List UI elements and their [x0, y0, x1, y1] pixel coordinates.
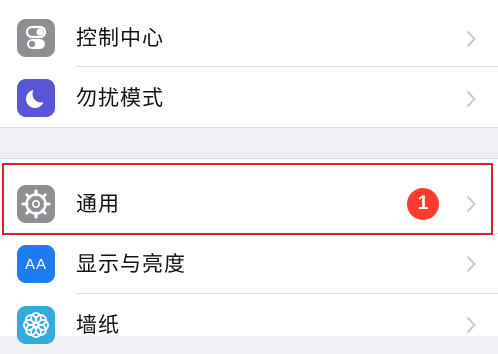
chevron-right-icon — [466, 90, 476, 108]
chevron-right-icon — [466, 255, 476, 273]
moon-icon — [17, 79, 55, 117]
display-brightness-label: 显示与亮度 — [76, 252, 186, 276]
control-center-label: 控制中心 — [76, 26, 164, 50]
settings-row-control-center[interactable]: 控制中心 — [0, 7, 498, 67]
chevron-right-icon — [466, 195, 476, 213]
chevron-right-icon — [466, 30, 476, 48]
settings-row-general[interactable]: 通用 1 — [0, 174, 498, 234]
display-icon-text: AA — [24, 255, 47, 273]
general-label: 通用 — [76, 192, 120, 216]
display-brightness-icon: AA — [17, 245, 55, 283]
settings-row-wallpaper[interactable]: 墙纸 — [0, 294, 498, 354]
wallpaper-icon — [17, 306, 55, 344]
control-center-icon — [17, 19, 55, 57]
chevron-right-icon — [466, 316, 476, 334]
gear-icon — [17, 185, 55, 223]
settings-group-bottom: 通用 1 AA 显示与亮度 墙纸 — [0, 158, 498, 344]
settings-group-top: 控制中心 勿扰模式 — [0, 0, 498, 128]
notification-badge: 1 — [407, 188, 439, 220]
settings-row-display-brightness[interactable]: AA 显示与亮度 — [0, 234, 498, 294]
do-not-disturb-label: 勿扰模式 — [76, 86, 164, 110]
settings-row-do-not-disturb[interactable]: 勿扰模式 — [0, 67, 498, 127]
